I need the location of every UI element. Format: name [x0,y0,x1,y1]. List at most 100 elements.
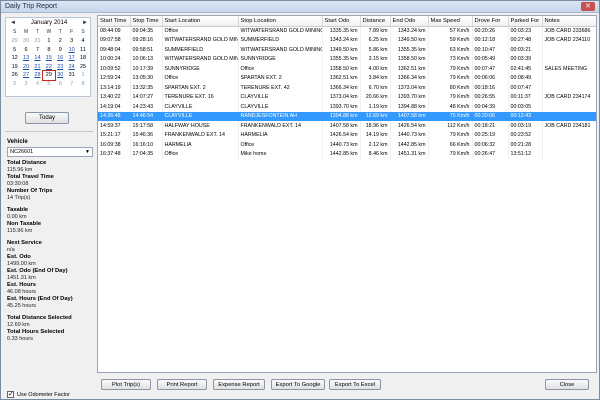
calendar-day[interactable]: 13 [20,54,31,63]
calendar-prev-icon[interactable]: ◄ [8,19,18,28]
column-header[interactable]: Start Odo [322,16,361,27]
calendar-day[interactable]: 7 [66,80,77,89]
table-cell [542,130,596,140]
calendar-day[interactable]: 6 [20,46,31,55]
calendar-day[interactable]: 2 [55,37,66,46]
calendar-day[interactable]: 5 [9,46,20,55]
calendar-day[interactable]: 1 [77,71,88,80]
export-to-google-button[interactable]: Export To Google [271,379,325,390]
use-odometer-factor-checkbox[interactable]: Use Odometer Factor [7,390,70,398]
calendar-day[interactable]: 20 [20,63,31,72]
calendar-next-icon[interactable]: ► [80,19,90,28]
table-row[interactable]: 14:59:37 15:17:58 HALFWAY HOUSE FRANKENWALD… [98,121,596,131]
column-header[interactable]: End Odo [390,16,429,27]
table-cell: 15:21:17 [98,130,131,140]
column-header[interactable]: Distance [360,16,391,27]
table-row[interactable]: 10:00:2410:06:13WITWATERSRAND GOLD MININ… [98,54,596,64]
table-row[interactable]: 12:59:24 13:05:30 Office SPARTAN EXT. 2 1362… [98,73,596,83]
table-cell: 80 Km/h [428,83,473,93]
column-header[interactable]: Start Location [162,16,239,27]
table-cell: 1343.24 km [390,26,429,36]
table-row[interactable]: 14:19:04 14:23:43 CLAYVILLE CLAYVILLE 1393.7… [98,102,596,112]
calendar-day[interactable]: 31 [32,37,43,46]
table-row[interactable]: 10:09:52 10:17:39 SUNNYRIDGE Office 1358.50 … [98,64,596,74]
table-cell: 14:46:54 [130,111,163,121]
print-report-button[interactable]: Print Report [157,379,207,390]
table-cell: 1442.85 km [322,149,361,159]
calendar-day[interactable]: 30 [20,37,31,46]
table-cell [542,140,596,150]
calendar-day[interactable]: 31 [66,71,77,80]
calendar-day[interactable]: 27 [20,71,31,80]
column-header[interactable]: Stop Time [130,16,163,27]
calendar-day[interactable]: 12 [9,54,20,63]
column-header[interactable]: Start Time [98,16,131,27]
table-cell: 15:46:36 [130,130,163,140]
calendar-day[interactable]: 22 [43,63,54,72]
calendar-day[interactable]: 15 [43,54,54,63]
close-button[interactable]: Close [545,379,589,390]
table-row[interactable]: 08:44:09 09:04:35 Office WITWATERSRAND GOLD… [98,26,596,36]
column-header[interactable]: Notes [542,16,596,27]
table-row[interactable]: 16:37:48 17:04:35 Office Mike home 1442.85 k… [98,149,596,159]
calendar-day[interactable]: 29 [42,70,56,81]
calendar-day[interactable]: 2 [9,80,20,89]
table-cell: Office [238,140,323,150]
calendar-day[interactable]: 8 [43,46,54,55]
column-header[interactable]: Parked For [508,16,543,27]
calendar-day[interactable]: 5 [43,80,54,89]
calendar-day[interactable]: 28 [32,71,43,80]
calendar-day[interactable]: 7 [32,46,43,55]
calendar-day[interactable]: 23 [55,63,66,72]
calendar-day[interactable]: 25 [77,63,88,72]
calendar-day[interactable]: 26 [9,71,20,80]
column-header[interactable]: Max Speed [428,16,473,27]
column-header[interactable]: Stop Location [238,16,323,27]
table-row[interactable]: 13:40:22 14:07:27 TERENURE EXT. 16 CLAYVILL… [98,92,596,102]
calendar-month-label[interactable]: January 2014 [20,20,78,26]
calendar-day[interactable]: 24 [66,63,77,72]
table-row[interactable]: 09:48:04 09:58:51 SUMMERFIELD WITWATERSRAND… [98,45,596,55]
plot-trips-button[interactable]: Plot Trip(s) [101,379,151,390]
table-row[interactable]: 14:26:48 14:46:54 CLAYVILLE RANDJESFONTEIN … [98,111,596,121]
stat-label: Number Of Trips [7,188,53,194]
calendar-day[interactable]: 3 [20,80,31,89]
table-cell: 59 Km/h [428,35,473,45]
table-cell: 00:27:48 [508,35,543,45]
calendar-day[interactable]: 29 [9,37,20,46]
calendar-day[interactable]: 11 [77,46,88,55]
calendar-day[interactable]: 9 [55,46,66,55]
table-row[interactable]: 16:09:38 16:16:10 HARMELIA Office 1440.73 km… [98,140,596,150]
export-to-excel-button[interactable]: Export To Excel [329,379,381,390]
calendar-day[interactable]: 4 [32,80,43,89]
calendar-day[interactable]: 8 [77,80,88,89]
calendar-day[interactable]: 14 [32,54,43,63]
stat-label: Next Service [7,240,42,246]
calendar-days: 29 30 31 1 2 3 4 5 6 7 8 9 10 11 12 13 14 15 16 17 18 19 20 21 2… [9,37,89,88]
calendar-day[interactable]: 30 [55,71,66,80]
calendar-day[interactable]: 3 [66,37,77,46]
calendar-day[interactable]: 4 [77,37,88,46]
checkbox-checked-icon[interactable] [7,390,14,398]
table-row[interactable]: 09:07:5809:28:16WITWATERSRAND GOLD MININ… [98,35,596,45]
vehicle-select[interactable]: NC26601 ▼ [7,147,93,157]
table-cell: 5.86 km [360,45,391,55]
table-row[interactable]: 15:21:17 15:46:36 FRANKENWALD EXT. 14 HARME… [98,130,596,140]
calendar-day[interactable]: 19 [9,63,20,72]
expense-report-button[interactable]: Expense Report [213,379,265,390]
calendar-day[interactable]: 17 [66,54,77,63]
column-header[interactable]: Drove For [472,16,509,27]
calendar-day[interactable]: 10 [66,46,77,55]
table-cell: 1373.04 km [390,83,429,93]
stat-label: Total Distance Selected [7,315,72,321]
calendar-day[interactable]: 18 [77,54,88,63]
calendar-day[interactable]: 16 [55,54,66,63]
window-close-icon[interactable]: ✕ [581,2,595,11]
calendar-day[interactable]: 1 [43,37,54,46]
table-cell [542,83,596,93]
table-row[interactable]: 13:14:19 13:32:35 SPARTAN EXT. 2 TERENURE E… [98,83,596,93]
calendar-day[interactable]: 21 [32,63,43,72]
today-button[interactable]: Today [25,112,69,124]
calendar-day[interactable]: 6 [55,80,66,89]
trips-table[interactable]: Start Time Stop Time Start Location Stop Lo… [97,15,597,373]
